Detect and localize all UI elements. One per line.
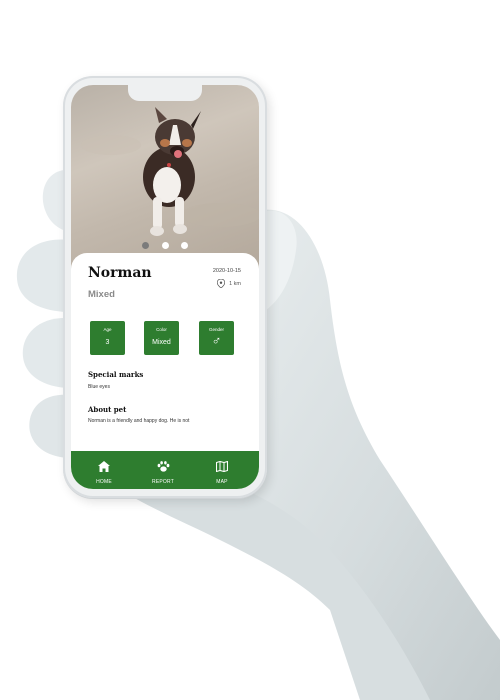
pet-details-card: Norman Mixed 2020-10-15 1 km Age 3 Color… bbox=[71, 253, 259, 477]
special-marks-text: Blue eyes bbox=[88, 384, 110, 390]
nav-report[interactable]: REPORT bbox=[143, 459, 183, 485]
phone-notch bbox=[128, 85, 202, 101]
about-pet-heading: About pet bbox=[88, 405, 127, 414]
distance-row: 1 km bbox=[217, 279, 241, 288]
nav-home-label: HOME bbox=[96, 479, 112, 485]
carousel-dot-2[interactable] bbox=[161, 242, 169, 249]
phone-screen: Norman Mixed 2020-10-15 1 km Age 3 Color… bbox=[71, 85, 259, 489]
home-icon bbox=[98, 461, 110, 472]
age-tile: Age 3 bbox=[90, 321, 125, 355]
age-label: Age bbox=[103, 327, 112, 332]
carousel-dot-1[interactable] bbox=[142, 242, 150, 249]
pet-breed: Mixed bbox=[88, 289, 115, 300]
gender-label: Gender bbox=[208, 327, 224, 332]
report-date: 2020-10-15 bbox=[212, 268, 241, 274]
bottom-navigation: HOME REPORT MAP bbox=[71, 451, 259, 489]
nav-report-label: REPORT bbox=[152, 479, 174, 485]
nav-map[interactable]: MAP bbox=[202, 459, 242, 485]
nav-home[interactable]: HOME bbox=[84, 459, 124, 485]
nav-map-label: MAP bbox=[216, 479, 228, 485]
carousel-dot-3[interactable] bbox=[180, 242, 188, 249]
age-value: 3 bbox=[105, 339, 110, 346]
distance-value: 1 km bbox=[229, 280, 241, 287]
scene: Norman Mixed 2020-10-15 1 km Age 3 Color… bbox=[0, 0, 500, 700]
map-icon bbox=[215, 460, 229, 473]
location-pin-icon bbox=[217, 279, 226, 288]
pet-photo[interactable] bbox=[71, 85, 259, 270]
special-marks-heading: Special marks bbox=[88, 370, 144, 379]
color-label: Color bbox=[156, 327, 167, 332]
phone-frame: Norman Mixed 2020-10-15 1 km Age 3 Color… bbox=[63, 76, 267, 498]
gender-tile: Gender ♂ bbox=[199, 321, 234, 355]
male-icon: ♂ bbox=[211, 333, 222, 348]
carousel-indicator bbox=[71, 236, 259, 254]
color-tile: Color Mixed bbox=[144, 321, 179, 355]
color-value: Mixed bbox=[152, 339, 171, 346]
pet-name: Norman bbox=[88, 265, 152, 281]
paw-icon bbox=[157, 461, 169, 472]
about-pet-text: Norman is a friendly and happy dog. He i… bbox=[88, 418, 190, 424]
